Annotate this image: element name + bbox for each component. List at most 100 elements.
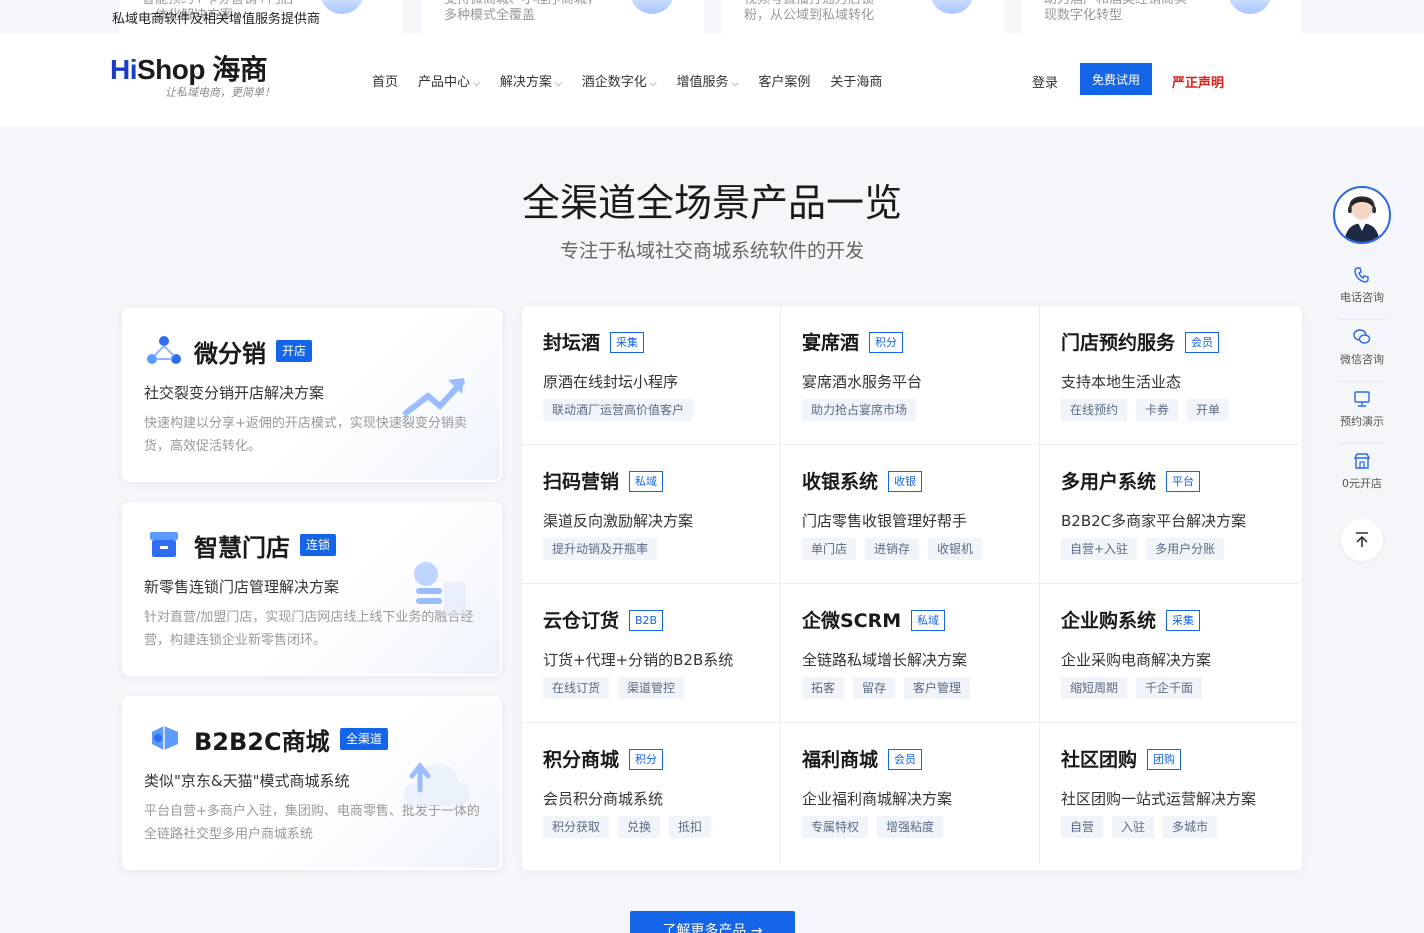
- product-tags: 拓客 留存 客户管理: [802, 677, 971, 699]
- sidebar-label: 微信咨询: [1340, 353, 1384, 366]
- product-tag[interactable]: 进销存: [865, 538, 920, 560]
- product-badge: 会员: [888, 749, 922, 770]
- product-tags: 专属特权 增强粘度: [802, 816, 944, 838]
- product-tags: 自营 入驻 多城市: [1061, 816, 1218, 838]
- product-card[interactable]: 多用户系统 平台 B2B2C多商家平台解决方案 自营+入驻 多用户分账: [1040, 445, 1300, 584]
- logo-wordmark: HiShop 海商: [110, 54, 268, 85]
- header-tagline: 私域电商软件及相关增值服务提供商: [112, 11, 321, 26]
- nav-item-solutions[interactable]: 解决方案 ⌵: [500, 71, 562, 90]
- sidebar-label: 电话咨询: [1340, 291, 1384, 304]
- back-to-top-button[interactable]: [1341, 519, 1383, 561]
- product-badge: 团购: [1147, 749, 1181, 770]
- product-tag[interactable]: 兑换: [618, 816, 661, 838]
- product-tag[interactable]: 收银机: [928, 538, 983, 560]
- free-trial-button[interactable]: 免费试用: [1080, 63, 1152, 95]
- product-tag[interactable]: 缩短周期: [1061, 677, 1128, 699]
- sidebar-wechat[interactable]: 微信咨询: [1330, 320, 1394, 381]
- feature-card-distribution[interactable]: 微分销 开店 社交裂变分销开店解决方案 快速构建以分享+返佣的开店模式，实现快速…: [122, 308, 502, 482]
- product-tag[interactable]: 单门店: [802, 538, 857, 560]
- product-card[interactable]: 宴席酒 积分 宴席酒水服务平台 助力抢占宴席市场: [781, 306, 1040, 445]
- product-card[interactable]: 门店预约服务 会员 支持本地生活业态 在线预约 卡券 开单: [1040, 306, 1300, 445]
- nav-item-home[interactable]: 首页: [372, 71, 398, 90]
- nav-item-liquor-digital[interactable]: 酒企数字化 ⌵: [582, 71, 657, 90]
- product-tag[interactable]: 自营+入驻: [1061, 538, 1138, 560]
- product-card[interactable]: 扫码营销 私域 渠道反向激励解决方案 提升动销及开瓶率: [522, 445, 781, 584]
- sidebar-free-store[interactable]: 0元开店: [1330, 444, 1394, 505]
- product-card[interactable]: 云仓订货 B2B 订货+代理+分销的B2B系统 在线订货 渠道管控: [522, 584, 781, 723]
- product-card[interactable]: 收银系统 收银 门店零售收银管理好帮手 单门店 进销存 收银机: [781, 445, 1040, 584]
- product-tag[interactable]: 专属特权: [802, 816, 869, 838]
- sidebar-label: 预约演示: [1340, 415, 1384, 428]
- product-card[interactable]: 积分商城 积分 会员积分商城系统 积分获取 兑换 抵扣: [522, 723, 781, 864]
- product-tag[interactable]: 助力抢占宴席市场: [802, 399, 917, 421]
- nav-item-about[interactable]: 关于海商: [830, 71, 882, 90]
- product-tag[interactable]: 留存: [853, 677, 896, 699]
- main-nav: 首页 产品中心 ⌵ 解决方案 ⌵ 酒企数字化 ⌵ 增值服务 ⌵ 客户案例 关于海商: [372, 71, 882, 90]
- site-header: 私域电商软件及相关增值服务提供商 HiShop 海商 让私域电商，更简单！ 首页…: [0, 11, 1424, 126]
- customer-service-avatar[interactable]: [1333, 186, 1391, 244]
- wechat-icon: [1353, 329, 1371, 344]
- product-tag[interactable]: 千企千面: [1136, 677, 1203, 699]
- product-tag[interactable]: 入驻: [1112, 816, 1155, 838]
- product-tag[interactable]: 增强粘度: [877, 816, 944, 838]
- product-tag[interactable]: 多用户分账: [1146, 538, 1225, 560]
- product-subtitle: 门店零售收银管理好帮手: [802, 512, 968, 530]
- top-card[interactable]: 视频号直播打通万店锁 粉，从公域到私域转化: [722, 0, 1004, 34]
- product-tag[interactable]: 渠道管控: [618, 677, 685, 699]
- login-link[interactable]: 登录: [1032, 72, 1058, 91]
- sidebar-label: 0元开店: [1342, 477, 1382, 490]
- product-card[interactable]: 封坛酒 采集 原酒在线封坛小程序 联动酒厂运营高价值客户: [522, 306, 781, 445]
- product-tags: 积分获取 兑换 抵扣: [543, 816, 712, 838]
- sidebar-phone[interactable]: 电话咨询: [1330, 258, 1394, 319]
- product-card[interactable]: 社区团购 团购 社区团购一站式运营解决方案 自营 入驻 多城市: [1040, 723, 1300, 864]
- product-tag[interactable]: 自营: [1061, 816, 1104, 838]
- product-card[interactable]: 企微SCRM 私域 全链路私域增长解决方案 拓客 留存 客户管理: [781, 584, 1040, 723]
- product-badge: 积分: [869, 332, 903, 353]
- product-tag[interactable]: 开单: [1187, 399, 1230, 421]
- feature-card-smart-store[interactable]: 智慧门店 连锁 新零售连锁门店管理解决方案 针对直营/加盟门店，实现门店网店线上…: [122, 502, 502, 676]
- section-title: 全渠道全场景产品一览: [521, 181, 902, 225]
- product-badge: 采集: [610, 332, 644, 353]
- feature-badge: 全渠道: [340, 728, 389, 750]
- product-subtitle: 企业采购电商解决方案: [1061, 651, 1212, 669]
- product-card[interactable]: 企业购系统 采集 企业采购电商解决方案 缩短周期 千企千面: [1040, 584, 1300, 723]
- feature-badge: 开店: [276, 340, 313, 362]
- distribution-icon: [147, 336, 181, 364]
- nav-item-cases[interactable]: 客户案例: [758, 71, 810, 90]
- more-products-button[interactable]: 了解更多产品 →: [630, 911, 795, 933]
- top-card[interactable]: 支持微商城、小程序商城， 多种模式全覆盖: [422, 0, 704, 34]
- product-badge: 收银: [888, 471, 922, 492]
- chevron-down-icon: ⌵: [473, 79, 480, 89]
- product-tag[interactable]: 卡券: [1136, 399, 1179, 421]
- product-tag[interactable]: 在线预约: [1061, 399, 1128, 421]
- product-tags: 在线订货 渠道管控: [543, 677, 685, 699]
- product-tag[interactable]: 客户管理: [904, 677, 971, 699]
- chevron-down-icon: ⌵: [649, 79, 657, 89]
- nav-item-products[interactable]: 产品中心 ⌵: [418, 71, 480, 90]
- product-tag[interactable]: 联动酒厂运营高价值客户: [543, 399, 694, 421]
- product-tags: 缩短周期 千企千面: [1061, 677, 1203, 699]
- sidebar-demo[interactable]: 预约演示: [1330, 382, 1394, 443]
- logo-slogan: 让私域电商，更简单！: [165, 86, 275, 99]
- store-icon: [150, 532, 178, 557]
- product-tag[interactable]: 提升动销及开瓶率: [543, 538, 658, 560]
- product-tag[interactable]: 抵扣: [669, 816, 712, 838]
- chevron-down-icon: ⌵: [731, 79, 739, 89]
- section-subtitle: 专注于私域社交商城系统软件的开发: [559, 240, 864, 262]
- product-grid: 封坛酒 采集 原酒在线封坛小程序 联动酒厂运营高价值客户 宴席酒 积分 宴席酒水服务平台 助力…: [522, 306, 1302, 870]
- top-card[interactable]: 助力酒厂和酒类经销商实 现数字化转型: [1022, 0, 1302, 34]
- declaration-link[interactable]: 严正声明: [1172, 72, 1224, 91]
- product-tag[interactable]: 拓客: [802, 677, 845, 699]
- feature-card-b2b2c[interactable]: B2B2C商城 全渠道 类似"京东&天猫"模式商城系统 平台自营+多商户入驻，集…: [122, 696, 502, 870]
- site-logo[interactable]: HiShop 海商 让私域电商，更简单！: [110, 48, 280, 108]
- product-card[interactable]: 福利商城 会员 企业福利商城解决方案 专属特权 增强粘度: [781, 723, 1040, 864]
- product-badge: 积分: [629, 749, 663, 770]
- feature-subtitle: 新零售连锁门店管理解决方案: [144, 578, 340, 596]
- product-tags: 助力抢占宴席市场: [802, 399, 917, 421]
- product-tag[interactable]: 在线订货: [543, 677, 610, 699]
- store-illustration-icon: [414, 562, 466, 616]
- product-tag[interactable]: 积分获取: [543, 816, 610, 838]
- nav-item-services[interactable]: 增值服务 ⌵: [677, 71, 739, 90]
- product-tag[interactable]: 多城市: [1163, 816, 1218, 838]
- product-subtitle: 订货+代理+分销的B2B系统: [543, 651, 734, 669]
